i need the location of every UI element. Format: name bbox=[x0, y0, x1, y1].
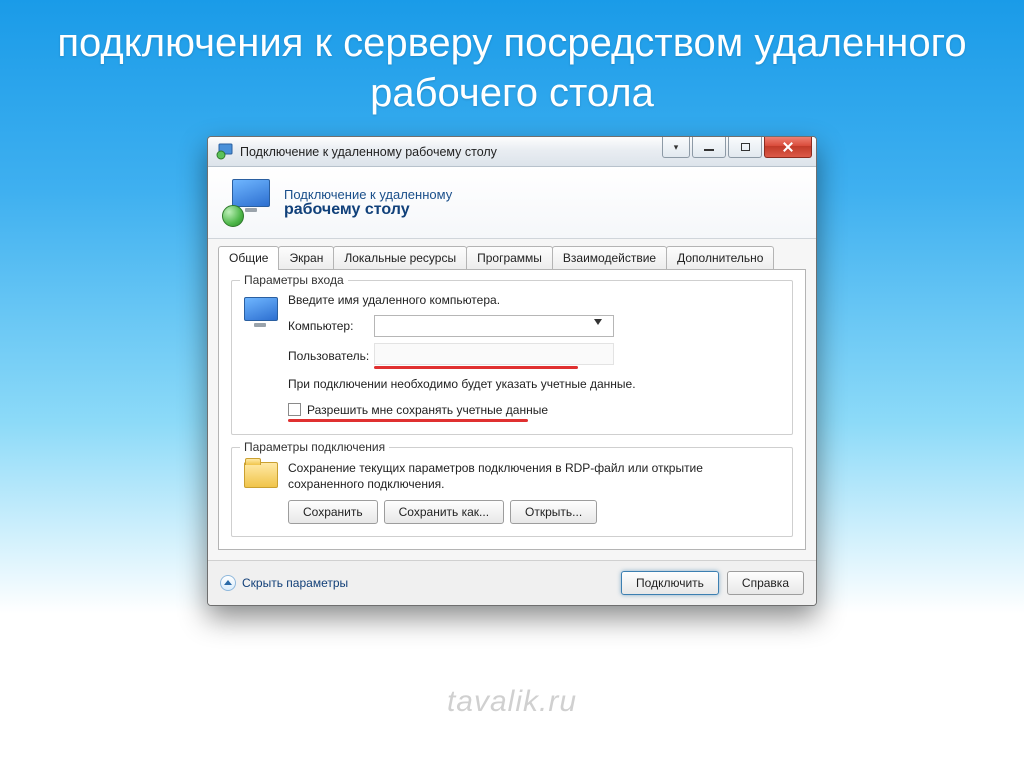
computer-icon bbox=[244, 293, 288, 331]
row-user: Пользователь: bbox=[288, 343, 780, 369]
chevron-up-icon bbox=[220, 575, 236, 591]
login-instruction: Введите имя удаленного компьютера. bbox=[288, 293, 780, 307]
tabsheet-general: Параметры входа Введите имя удаленного к… bbox=[218, 269, 806, 550]
save-credentials-checkbox[interactable] bbox=[288, 403, 301, 416]
window-help-dropdown[interactable]: ▾ bbox=[662, 137, 690, 158]
group-login-legend: Параметры входа bbox=[240, 273, 348, 287]
maximize-button[interactable] bbox=[728, 137, 762, 158]
annotation-underline-user bbox=[374, 366, 578, 369]
tab-display[interactable]: Экран bbox=[278, 246, 334, 270]
group-connection-legend: Параметры подключения bbox=[240, 440, 389, 454]
banner-text: Подключение к удаленному рабочему столу bbox=[284, 187, 452, 219]
close-icon bbox=[783, 142, 793, 152]
banner: Подключение к удаленному рабочему столу bbox=[208, 167, 816, 239]
dialog-body: Общие Экран Локальные ресурсы Программы … bbox=[208, 239, 816, 560]
save-credentials-label: Разрешить мне сохранять учетные данные bbox=[307, 403, 548, 417]
tab-general[interactable]: Общие bbox=[218, 246, 279, 270]
group-login: Параметры входа Введите имя удаленного к… bbox=[231, 280, 793, 435]
titlebar: Подключение к удаленному рабочему столу … bbox=[208, 137, 816, 167]
label-user: Пользователь: bbox=[288, 349, 374, 363]
computer-input[interactable] bbox=[374, 315, 614, 337]
tab-experience[interactable]: Взаимодействие bbox=[552, 246, 667, 270]
group-connection: Параметры подключения Сохранение текущих… bbox=[231, 447, 793, 537]
tab-programs[interactable]: Программы bbox=[466, 246, 553, 270]
dialog-footer: Скрыть параметры Подключить Справка bbox=[208, 560, 816, 605]
open-button[interactable]: Открыть... bbox=[510, 500, 597, 524]
tab-advanced[interactable]: Дополнительно bbox=[666, 246, 774, 270]
slide-title: подключения к серверу посредством удален… bbox=[0, 0, 1024, 128]
banner-line2: рабочему столу bbox=[284, 201, 452, 219]
hide-options-label: Скрыть параметры bbox=[242, 576, 348, 590]
credentials-note: При подключении необходимо будет указать… bbox=[288, 377, 780, 393]
banner-line1: Подключение к удаленному bbox=[284, 187, 452, 202]
user-display bbox=[374, 343, 614, 365]
connection-text: Сохранение текущих параметров подключени… bbox=[288, 460, 780, 492]
connect-button[interactable]: Подключить bbox=[621, 571, 719, 595]
folder-icon bbox=[244, 460, 288, 494]
hide-options-link[interactable]: Скрыть параметры bbox=[220, 575, 348, 591]
close-button[interactable] bbox=[764, 137, 812, 158]
rdp-app-icon bbox=[216, 143, 234, 161]
minimize-button[interactable] bbox=[692, 137, 726, 158]
annotation-underline-checkbox bbox=[288, 419, 528, 422]
help-button[interactable]: Справка bbox=[727, 571, 804, 595]
rdp-dialog: Подключение к удаленному рабочему столу … bbox=[207, 136, 817, 606]
save-button[interactable]: Сохранить bbox=[288, 500, 378, 524]
tabstrip: Общие Экран Локальные ресурсы Программы … bbox=[218, 246, 806, 270]
row-computer: Компьютер: bbox=[288, 315, 780, 337]
label-computer: Компьютер: bbox=[288, 319, 374, 333]
window-controls: ▾ bbox=[662, 137, 816, 166]
row-save-credentials: Разрешить мне сохранять учетные данные bbox=[288, 403, 780, 417]
watermark: tavalik.ru bbox=[447, 685, 577, 719]
tab-local-resources[interactable]: Локальные ресурсы bbox=[333, 246, 467, 270]
window-title: Подключение к удаленному рабочему столу bbox=[240, 145, 497, 159]
rdp-banner-icon bbox=[222, 179, 270, 227]
save-as-button[interactable]: Сохранить как... bbox=[384, 500, 504, 524]
